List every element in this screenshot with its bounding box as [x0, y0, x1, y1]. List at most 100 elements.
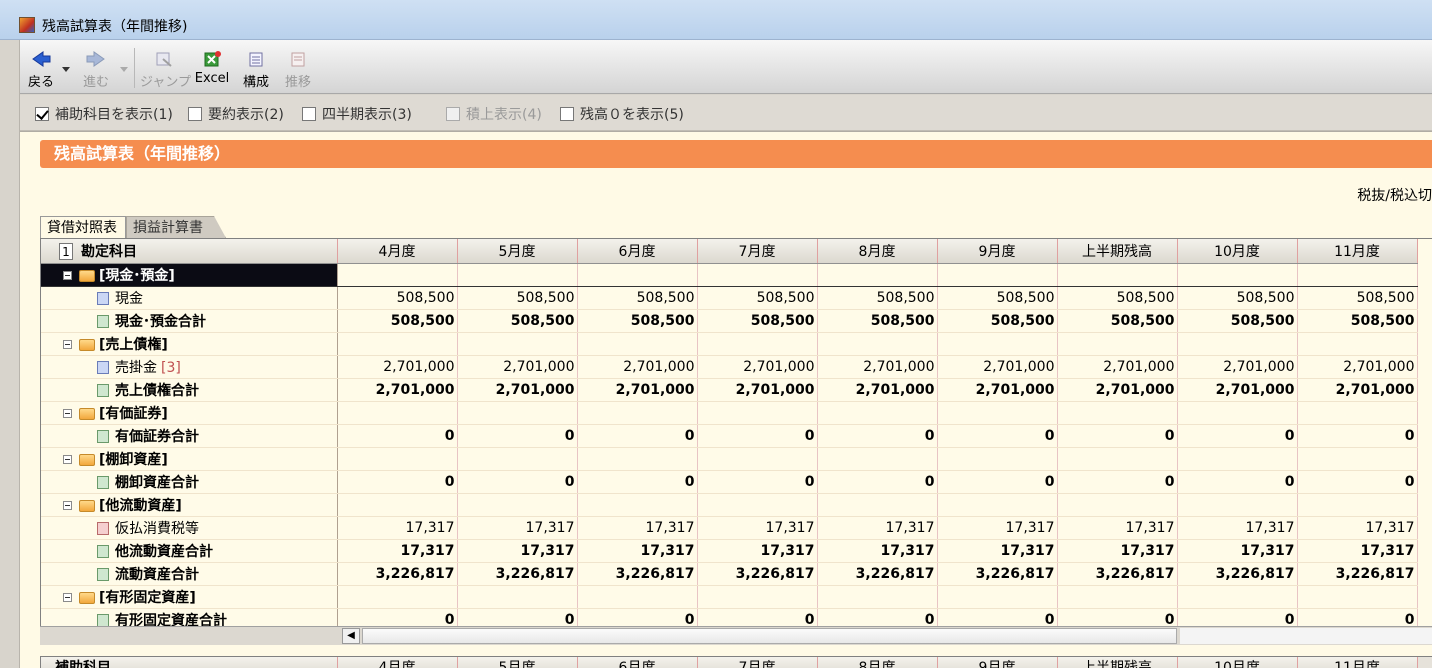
value-cell[interactable]: 0: [697, 470, 818, 494]
value-cell[interactable]: 3,226,817: [577, 562, 698, 586]
value-cell[interactable]: [817, 585, 938, 609]
value-cell[interactable]: 508,500: [577, 309, 698, 333]
account-cell[interactable]: [他流動資産]: [41, 493, 338, 517]
value-cell[interactable]: [817, 263, 938, 287]
group-row[interactable]: [現金･預金]: [41, 263, 1418, 287]
value-cell[interactable]: 0: [457, 424, 578, 448]
value-cell[interactable]: 17,317: [1297, 516, 1418, 540]
value-cell[interactable]: [697, 401, 818, 425]
scroll-track[interactable]: [1180, 628, 1432, 644]
collapse-icon[interactable]: [63, 501, 72, 510]
checkbox[interactable]: [302, 107, 316, 121]
value-cell[interactable]: [1297, 263, 1418, 287]
account-cell[interactable]: [棚卸資産]: [41, 447, 338, 471]
value-cell[interactable]: 2,701,000: [457, 355, 578, 379]
value-cell[interactable]: [937, 263, 1058, 287]
value-cell[interactable]: [457, 263, 578, 287]
value-cell[interactable]: [457, 493, 578, 517]
account-cell[interactable]: 仮払消費税等: [41, 516, 338, 540]
value-cell[interactable]: [1177, 447, 1298, 471]
tab-balance-sheet[interactable]: 貸借対照表: [40, 216, 126, 238]
total-row[interactable]: 売上債権合計 2,701,000 2,701,000 2,701,000 2,701,0…: [41, 378, 1418, 402]
value-cell[interactable]: [697, 263, 818, 287]
value-cell[interactable]: 17,317: [817, 539, 938, 563]
total-row[interactable]: 有価証券合計 0 0 0 0 0 0 0 0 0: [41, 424, 1418, 448]
horizontal-scrollbar[interactable]: ◀: [40, 626, 1432, 645]
value-cell[interactable]: [817, 493, 938, 517]
column-header[interactable]: 10月度: [1177, 657, 1298, 668]
value-cell[interactable]: 0: [577, 424, 698, 448]
column-header[interactable]: 6月度: [577, 657, 698, 668]
value-cell[interactable]: 508,500: [1057, 309, 1178, 333]
value-cell[interactable]: 2,701,000: [1177, 355, 1298, 379]
account-cell[interactable]: 売掛金 [3]: [41, 355, 338, 379]
option-show-sub-accounts[interactable]: 補助科目を表示(1): [35, 106, 173, 123]
value-cell[interactable]: [1297, 493, 1418, 517]
jump-button[interactable]: ジャンプ: [140, 40, 191, 94]
scroll-thumb[interactable]: [362, 628, 1177, 644]
value-cell[interactable]: [457, 401, 578, 425]
value-cell[interactable]: 17,317: [817, 516, 938, 540]
column-header[interactable]: 8月度: [817, 657, 938, 668]
value-cell[interactable]: 508,500: [817, 286, 938, 310]
value-cell[interactable]: 508,500: [697, 309, 818, 333]
value-cell[interactable]: [1177, 263, 1298, 287]
value-cell[interactable]: [697, 493, 818, 517]
value-cell[interactable]: [457, 332, 578, 356]
column-header[interactable]: 10月度: [1177, 239, 1298, 264]
option-show-zero-balance[interactable]: 残高０を表示(5): [560, 106, 684, 123]
column-header[interactable]: 4月度: [337, 657, 458, 668]
account-cell[interactable]: 現金･預金合計: [41, 309, 338, 333]
value-cell[interactable]: 3,226,817: [1297, 562, 1418, 586]
value-cell[interactable]: 0: [697, 424, 818, 448]
value-cell[interactable]: 2,701,000: [697, 378, 818, 402]
value-cell[interactable]: 2,701,000: [937, 378, 1058, 402]
group-row[interactable]: [売上債権]: [41, 332, 1418, 356]
value-cell[interactable]: 508,500: [457, 309, 578, 333]
value-cell[interactable]: [1297, 401, 1418, 425]
value-cell[interactable]: 3,226,817: [937, 562, 1058, 586]
total-row[interactable]: 現金･預金合計 508,500 508,500 508,500 508,500 508,5…: [41, 309, 1418, 333]
value-cell[interactable]: 0: [457, 470, 578, 494]
collapse-icon[interactable]: [63, 340, 72, 349]
account-row[interactable]: 仮払消費税等 17,317 17,317 17,317 17,317 17,317 17,3…: [41, 516, 1418, 540]
value-cell[interactable]: 17,317: [1057, 539, 1178, 563]
value-cell[interactable]: [577, 447, 698, 471]
total-row[interactable]: 流動資産合計 3,226,817 3,226,817 3,226,817 3,226,8…: [41, 562, 1418, 586]
group-row[interactable]: [他流動資産]: [41, 493, 1418, 517]
value-cell[interactable]: 508,500: [337, 309, 458, 333]
value-cell[interactable]: 2,701,000: [937, 355, 1058, 379]
value-cell[interactable]: 17,317: [457, 516, 578, 540]
value-cell[interactable]: [817, 332, 938, 356]
account-cell[interactable]: [売上債権]: [41, 332, 338, 356]
value-cell[interactable]: 2,701,000: [577, 355, 698, 379]
column-header[interactable]: 9月度: [937, 657, 1058, 668]
collapse-icon[interactable]: [63, 271, 72, 280]
value-cell[interactable]: 0: [337, 470, 458, 494]
excel-button[interactable]: Excel: [192, 40, 232, 94]
value-cell[interactable]: 508,500: [337, 286, 458, 310]
value-cell[interactable]: 0: [817, 470, 938, 494]
total-row[interactable]: 棚卸資産合計 0 0 0 0 0 0 0 0 0: [41, 470, 1418, 494]
value-cell[interactable]: [337, 263, 458, 287]
value-cell[interactable]: 17,317: [1177, 516, 1298, 540]
value-cell[interactable]: 17,317: [457, 539, 578, 563]
value-cell[interactable]: 17,317: [937, 539, 1058, 563]
value-cell[interactable]: 0: [577, 470, 698, 494]
value-cell[interactable]: 3,226,817: [1057, 562, 1178, 586]
value-cell[interactable]: [577, 493, 698, 517]
structure-button[interactable]: 構成: [236, 40, 276, 94]
collapse-icon[interactable]: [63, 409, 72, 418]
forward-button[interactable]: 進む: [76, 40, 116, 94]
value-cell[interactable]: 0: [937, 470, 1058, 494]
value-cell[interactable]: [337, 401, 458, 425]
value-cell[interactable]: 3,226,817: [457, 562, 578, 586]
column-header[interactable]: 11月度: [1297, 239, 1418, 264]
value-cell[interactable]: 17,317: [577, 539, 698, 563]
value-cell[interactable]: 17,317: [697, 539, 818, 563]
value-cell[interactable]: 508,500: [697, 286, 818, 310]
value-cell[interactable]: [577, 585, 698, 609]
column-header[interactable]: 4月度: [337, 239, 458, 264]
column-header[interactable]: 7月度: [697, 657, 818, 668]
value-cell[interactable]: 508,500: [1057, 286, 1178, 310]
